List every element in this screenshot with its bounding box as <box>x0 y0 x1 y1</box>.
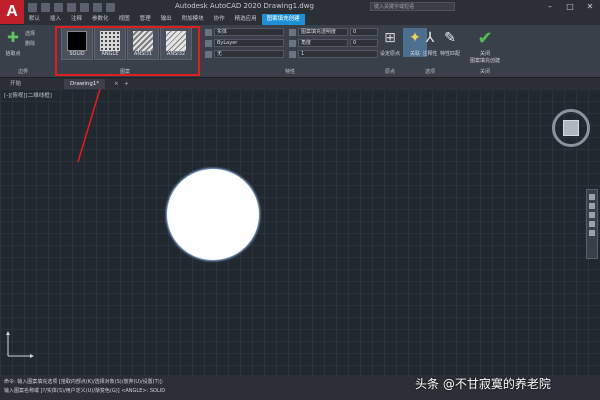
annotation-arrow <box>77 89 101 163</box>
window-controls: – □ ✕ <box>540 0 600 13</box>
set-origin-button[interactable]: ⊞ 设定原点 <box>380 28 400 57</box>
origin-icon: ⊞ <box>384 30 396 46</box>
remove-boundary-button[interactable]: 删除 <box>25 40 35 47</box>
close-panel-label: 关闭 <box>480 69 491 75</box>
maximize-icon[interactable]: □ <box>560 0 580 13</box>
tab-start[interactable]: 开始 <box>4 79 27 89</box>
tab-drawing1[interactable]: Drawing1* <box>64 79 106 89</box>
checkmark-icon: ✔ <box>477 27 493 49</box>
match-properties-icon: ✎ <box>444 30 456 46</box>
showmotion-icon[interactable] <box>589 230 595 236</box>
full-nav-wheel-icon[interactable] <box>589 194 595 200</box>
hatch-color-icon <box>205 39 212 47</box>
orbit-icon[interactable] <box>589 221 595 227</box>
close-icon[interactable]: ✕ <box>580 0 600 13</box>
pick-point-icon: ✚ <box>7 30 19 46</box>
hatch-type-icon <box>205 28 212 36</box>
pan-icon[interactable] <box>589 203 595 209</box>
options-panel-label: 选项 <box>425 69 436 75</box>
search-input[interactable]: 键入关键字或短语 <box>370 2 455 11</box>
ribbon-tab-0[interactable]: 默认 <box>24 14 45 25</box>
ribbon-tab-8[interactable]: 协作 <box>209 14 230 25</box>
saveas-icon[interactable] <box>67 2 76 12</box>
ribbon-tab-4[interactable]: 视图 <box>114 14 135 25</box>
redo-icon[interactable] <box>106 2 115 12</box>
close-hatch-creation-button[interactable]: ✔ 关闭 图案填充创建 <box>470 27 500 65</box>
new-tab-icon[interactable]: + <box>118 79 135 89</box>
ribbon-tabs: 默认 插入 注释 参数化 视图 管理 输出 附加模块 协作 精选应用 图案填充创建 <box>24 14 600 25</box>
transparency-icon <box>289 28 296 36</box>
angle-icon <box>289 39 296 47</box>
transparency-label: 图案填充透明度 <box>298 28 348 36</box>
file-tabs: 开始 Drawing1* × + <box>0 78 600 89</box>
ribbon-tab-6[interactable]: 输出 <box>156 14 177 25</box>
angle-label: 角度 <box>298 39 348 47</box>
highlight-box <box>55 26 200 76</box>
ribbon-tab-3[interactable]: 参数化 <box>87 14 114 25</box>
solid-hatched-circle[interactable] <box>167 169 259 260</box>
pick-point-button[interactable]: ✚ 拾取点 <box>3 28 23 57</box>
ribbon-tab-2[interactable]: 注释 <box>66 14 87 25</box>
select-boundary-button[interactable]: 选择 <box>25 30 35 37</box>
drawing-viewport[interactable]: [-][俯视][二维线框] <box>0 89 600 375</box>
title-bar: Autodesk AutoCAD 2020 Drawing1.dwg 键入关键字… <box>0 0 600 14</box>
scale-input[interactable]: 1 <box>298 50 378 58</box>
transparency-input[interactable]: 0 <box>350 28 378 36</box>
save-icon[interactable] <box>54 2 63 12</box>
open-icon[interactable] <box>41 2 50 12</box>
hatch-type-select[interactable]: 实体 <box>214 28 284 36</box>
scale-icon <box>289 50 296 58</box>
ribbon-tab-10[interactable]: 图案填充创建 <box>261 14 305 25</box>
ribbon-tab-5[interactable]: 管理 <box>135 14 156 25</box>
zoom-icon[interactable] <box>589 212 595 218</box>
viewcube-face-icon <box>563 120 579 136</box>
quick-access-toolbar <box>28 1 115 13</box>
navigation-bar <box>586 189 598 259</box>
background-color-select[interactable]: 无 <box>214 50 284 58</box>
ribbon-tab-1[interactable]: 插入 <box>45 14 66 25</box>
new-icon[interactable] <box>28 2 37 12</box>
viewport-controls[interactable]: [-][俯视][二维线框] <box>4 91 52 99</box>
annotative-button[interactable]: ⅄ 注释性 <box>420 28 440 57</box>
command-history-line: 命令: 输入图案填充选项 [拾取内部点(K)/选择对象(S)/放弃(U)/设置(… <box>4 379 164 385</box>
command-prompt-line[interactable]: 输入图案名称或 [?/实体(S)/用户定义(U)/渐变色(G)] <ANGLE>… <box>4 387 165 394</box>
ribbon-tab-7[interactable]: 附加模块 <box>177 14 209 25</box>
annotative-icon: ⅄ <box>425 30 435 46</box>
ribbon-tab-9[interactable]: 精选应用 <box>230 14 262 25</box>
minimize-icon[interactable]: – <box>540 0 560 13</box>
application-menu-button[interactable]: A <box>0 0 24 24</box>
background-color-icon <box>205 50 212 58</box>
viewcube[interactable] <box>552 109 590 147</box>
undo-icon[interactable] <box>93 2 102 12</box>
origin-panel-label: 原点 <box>385 69 396 75</box>
hatch-color-select[interactable]: ByLayer <box>214 39 284 47</box>
watermark-text: 头条 @不甘寂寞的养老院 <box>415 377 551 391</box>
angle-input[interactable]: 0 <box>350 39 378 47</box>
properties-panel-label: 特性 <box>285 69 296 75</box>
match-properties-button[interactable]: ✎ 特性匹配 <box>440 28 460 57</box>
print-icon[interactable] <box>80 2 89 12</box>
window-title: Autodesk AutoCAD 2020 Drawing1.dwg <box>175 2 314 10</box>
ucs-icon <box>6 331 34 358</box>
boundary-panel-label: 边界 <box>18 69 29 75</box>
